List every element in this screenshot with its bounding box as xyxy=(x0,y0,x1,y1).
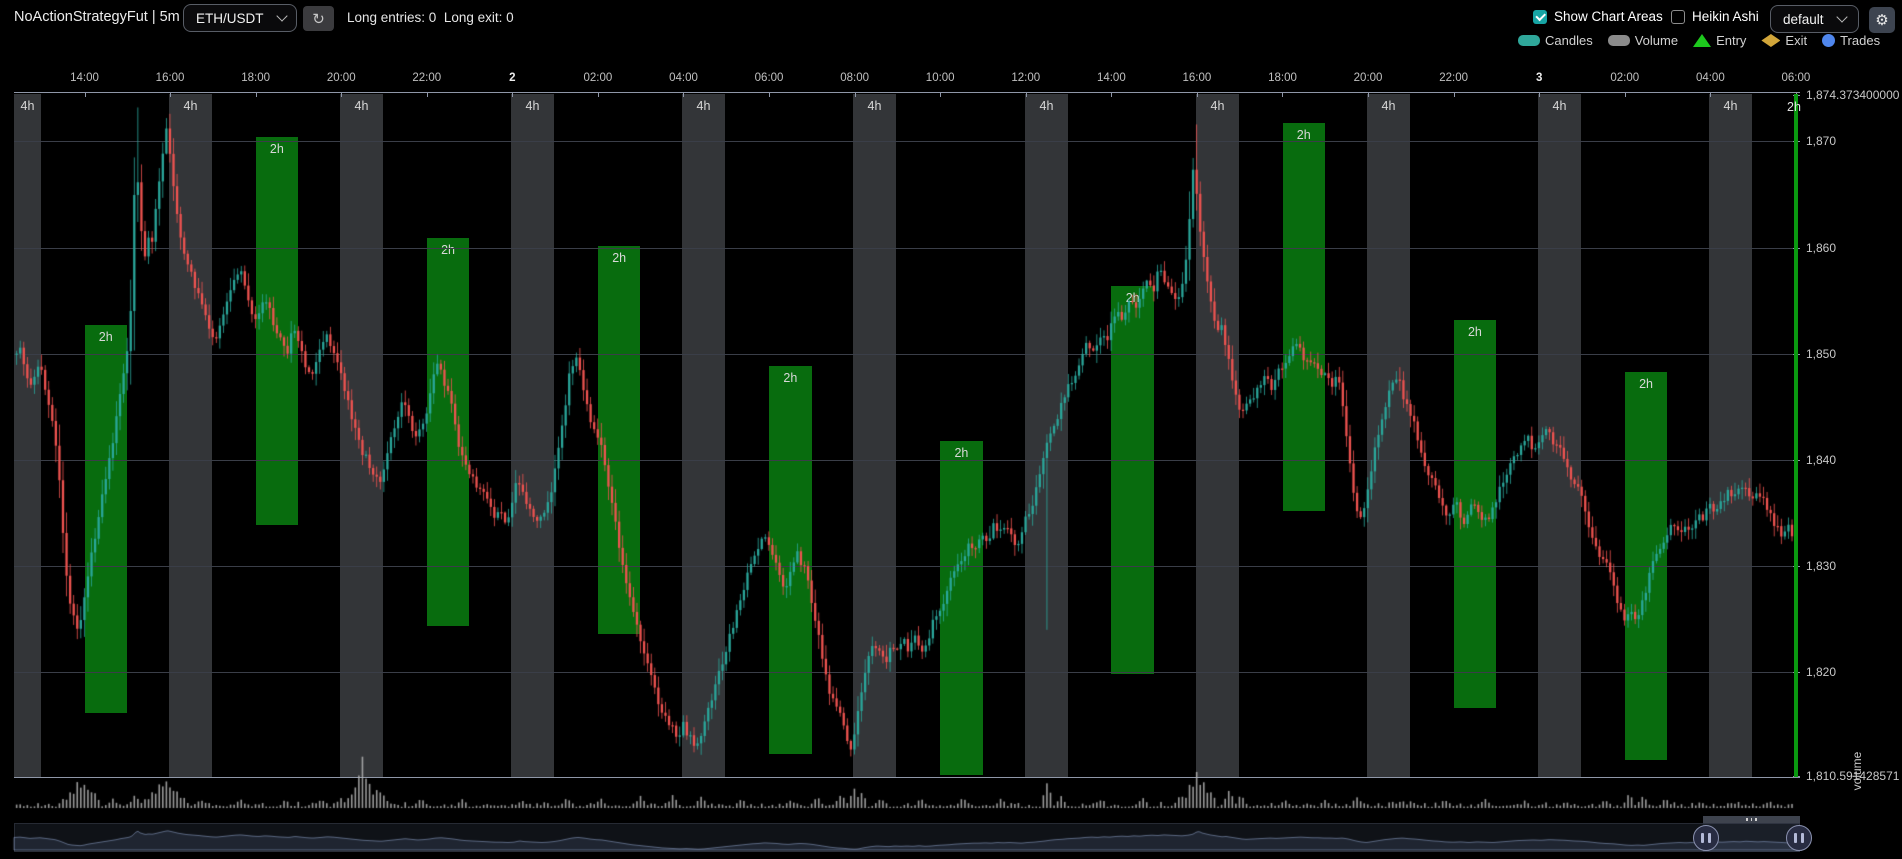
x-axis-label: 14:00 xyxy=(70,72,99,84)
x-axis-tick xyxy=(1454,92,1455,97)
x-axis-tick xyxy=(683,92,684,97)
x-axis-tick xyxy=(512,92,513,97)
x-axis-tick xyxy=(427,92,428,97)
x-axis-label: 16:00 xyxy=(1183,72,1212,84)
x-axis-label: 16:00 xyxy=(156,72,185,84)
y-axis-label: 1,830 xyxy=(1806,559,1836,573)
chart-area-2h-label: 2h xyxy=(1787,100,1801,114)
x-axis-tick xyxy=(1026,92,1027,97)
x-axis-label: 20:00 xyxy=(1354,72,1383,84)
x-axis-label: 04:00 xyxy=(1696,72,1725,84)
x-axis-label: 18:00 xyxy=(1268,72,1297,84)
x-axis-tick xyxy=(940,92,941,97)
x-axis-tick xyxy=(1368,92,1369,97)
x-axis-label: 08:00 xyxy=(840,72,869,84)
x-axis-tick xyxy=(769,92,770,97)
x-axis-tick xyxy=(256,92,257,97)
navigator-drag-grip[interactable] xyxy=(1703,816,1800,823)
x-axis-label: 14:00 xyxy=(1097,72,1126,84)
x-axis-label: 02:00 xyxy=(584,72,613,84)
x-axis-label: 20:00 xyxy=(327,72,356,84)
x-axis-label: 06:00 xyxy=(1782,72,1811,84)
x-axis-tick xyxy=(855,92,856,97)
x-axis-tick xyxy=(85,92,86,97)
x-axis-tick xyxy=(1625,92,1626,97)
x-axis-label: 10:00 xyxy=(926,72,955,84)
price-chart-canvas[interactable] xyxy=(0,0,1902,859)
x-axis-label: 06:00 xyxy=(755,72,784,84)
x-axis-tick xyxy=(598,92,599,97)
x-axis-tick xyxy=(1111,92,1112,97)
navigator-left-handle-icon[interactable] xyxy=(1693,825,1719,851)
x-axis-label: 02:00 xyxy=(1610,72,1639,84)
latest-candle-edge-line xyxy=(1794,94,1798,777)
navigator-right-handle-icon[interactable] xyxy=(1786,825,1812,851)
x-axis-label: 04:00 xyxy=(669,72,698,84)
x-axis-tick xyxy=(1282,92,1283,97)
x-axis-tick xyxy=(1539,92,1540,97)
x-axis-label: 2 xyxy=(509,72,515,84)
y-axis-label: 1,860 xyxy=(1806,241,1836,255)
volume-axis-label: volume xyxy=(1850,748,1864,794)
x-axis-label: 18:00 xyxy=(241,72,270,84)
x-axis-tick xyxy=(1710,92,1711,97)
y-axis-label: 1,870 xyxy=(1806,134,1836,148)
trading-app: { "header": { "title": "NoActionStrategy… xyxy=(0,0,1902,859)
y-axis-label: 1,840 xyxy=(1806,453,1836,467)
y-axis-label: 1,850 xyxy=(1806,347,1836,361)
x-axis-label: 22:00 xyxy=(1439,72,1468,84)
x-axis-tick xyxy=(170,92,171,97)
x-axis-label: 12:00 xyxy=(1011,72,1040,84)
x-axis-label: 3 xyxy=(1536,72,1542,84)
y-axis-label: 1,874.373400000 xyxy=(1806,88,1899,102)
x-axis-tick xyxy=(341,92,342,97)
y-axis-label: 1,820 xyxy=(1806,665,1836,679)
x-axis-label: 22:00 xyxy=(412,72,441,84)
x-axis-tick xyxy=(1197,92,1198,97)
